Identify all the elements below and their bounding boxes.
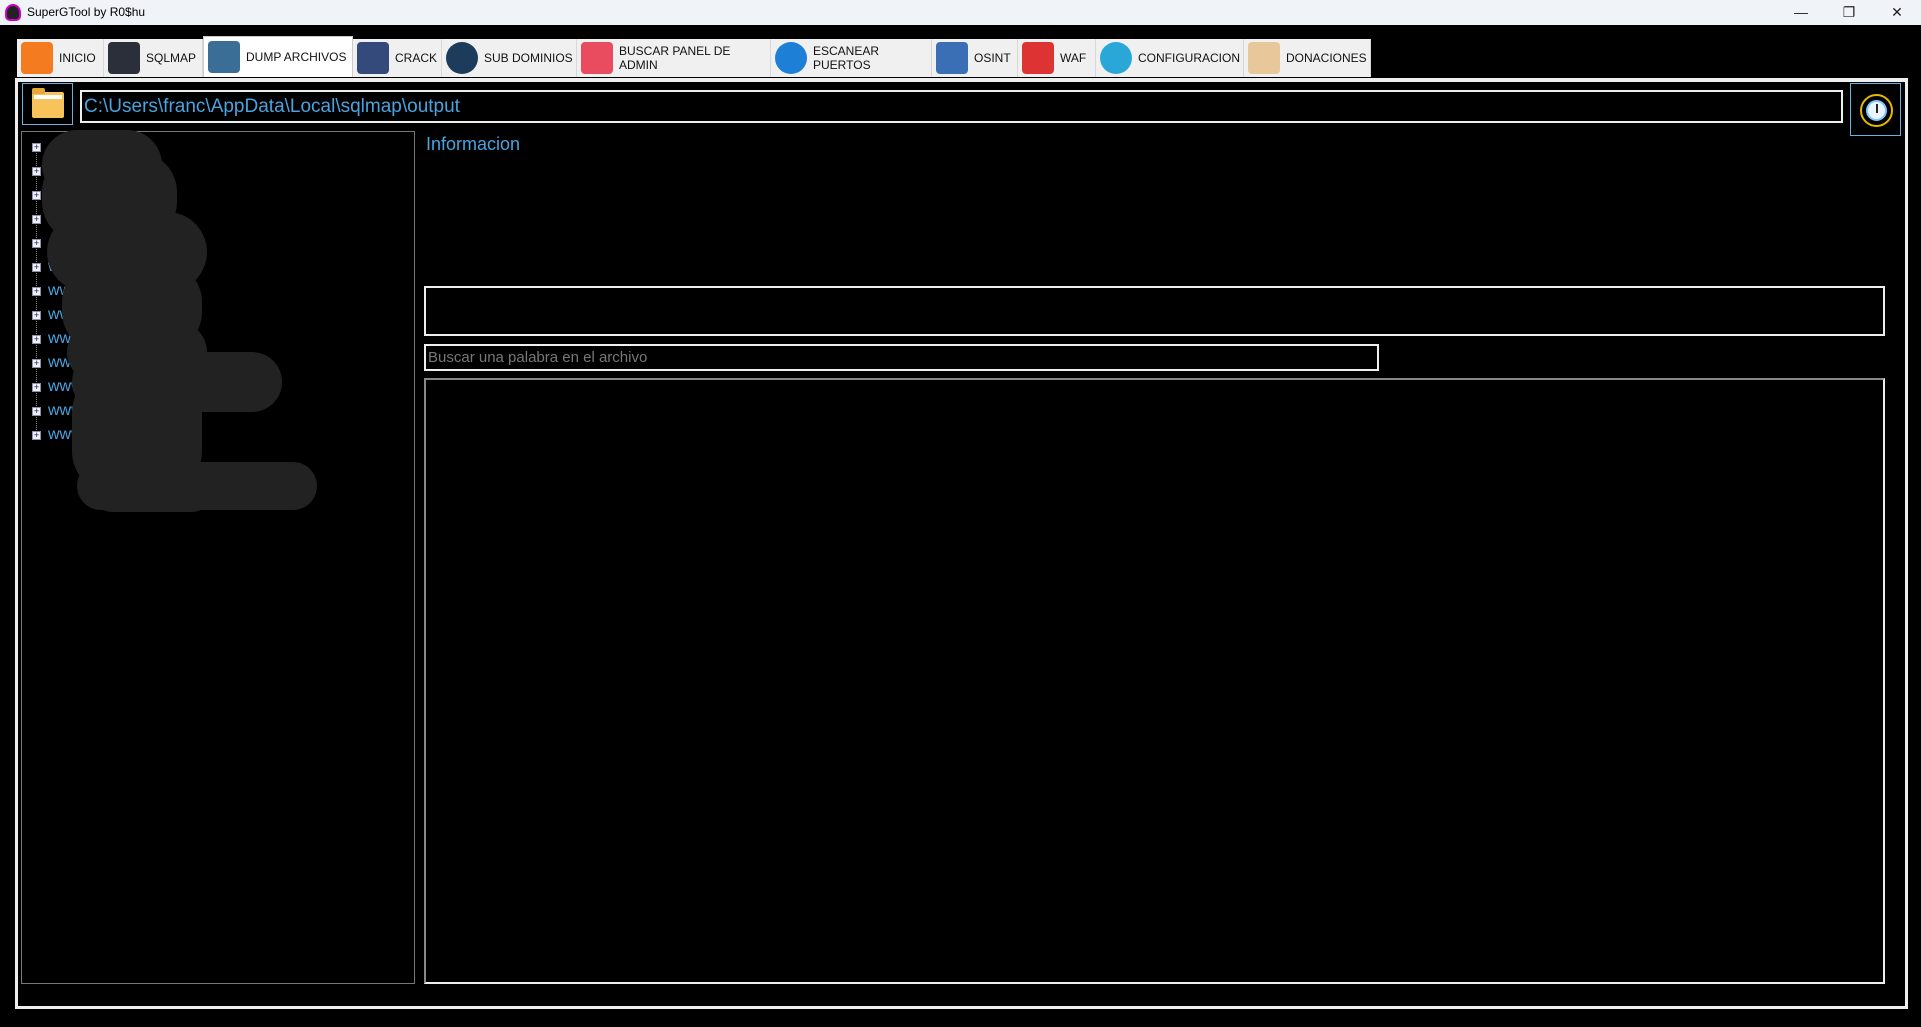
expand-plus-icon[interactable]: +: [32, 190, 41, 200]
search-input[interactable]: [424, 344, 1379, 371]
tab-label: OSINT: [974, 51, 1011, 65]
tab-label: DONACIONES: [1286, 51, 1367, 65]
tab-waf[interactable]: WAF: [1018, 39, 1096, 77]
expand-plus-icon[interactable]: +: [32, 334, 41, 344]
expand-plus-icon[interactable]: +: [32, 238, 41, 248]
globe-network-icon: [446, 42, 478, 74]
window-title: SuperGTool by R0$hu: [27, 5, 146, 19]
tab-inicio[interactable]: INICIO: [17, 39, 104, 77]
tab-osint[interactable]: OSINT: [932, 39, 1018, 77]
password-lock-icon: [357, 42, 389, 74]
tab-label: CONFIGURACION: [1138, 51, 1240, 65]
file-tree[interactable]: ++++++ww+www+www+www+ww+www+www+www: [21, 130, 415, 984]
gear-icon: [1100, 42, 1132, 74]
info-box: [424, 286, 1885, 336]
tab-escanear-puertos[interactable]: ESCANEAR PUERTOS: [771, 39, 932, 77]
path-input[interactable]: [80, 90, 1843, 123]
unlock-data-icon: [936, 42, 968, 74]
tab-dump-archivos[interactable]: DUMP ARCHIVOS: [203, 36, 353, 77]
open-folder-button[interactable]: [22, 83, 73, 125]
database-download-icon: [208, 41, 240, 73]
tab-sub-dominios[interactable]: SUB DOMINIOS: [442, 39, 577, 77]
tab-label: SQLMAP: [146, 51, 197, 65]
expand-plus-icon[interactable]: +: [32, 430, 41, 440]
maximize-button[interactable]: ❐: [1826, 0, 1872, 25]
donate-box-icon: [1248, 42, 1280, 74]
folder-icon: [32, 88, 64, 118]
firewall-icon: [1022, 42, 1054, 74]
admin-panel-icon: [581, 42, 613, 74]
tab-label: SUB DOMINIOS: [484, 51, 573, 65]
tab-crack[interactable]: CRACK: [353, 39, 442, 77]
expand-plus-icon[interactable]: +: [32, 406, 41, 416]
tab-sqlmap[interactable]: SQLMAP: [104, 39, 203, 77]
globe-port-icon: [775, 42, 807, 74]
tab-configuracion[interactable]: CONFIGURACION: [1096, 39, 1244, 77]
tab-label: BUSCAR PANEL DE ADMIN: [619, 44, 731, 72]
tab-label: CRACK: [395, 51, 438, 65]
close-button[interactable]: ✕: [1874, 0, 1920, 25]
expand-plus-icon[interactable]: +: [32, 214, 41, 224]
tab-label: INICIO: [59, 51, 96, 65]
tab-label: WAF: [1060, 51, 1087, 65]
tab-buscar-panel-de-admin[interactable]: BUSCAR PANEL DE ADMIN: [577, 39, 771, 77]
redaction-mark: [92, 472, 212, 512]
minimize-button[interactable]: —: [1778, 0, 1824, 25]
home-icon: [21, 42, 53, 74]
tab-strip: INICIO SQLMAP DUMP ARCHIVOS CRACK SUB DOMINI…: [17, 36, 1371, 77]
expand-plus-icon[interactable]: +: [32, 142, 41, 152]
expand-plus-icon[interactable]: +: [32, 382, 41, 392]
tab-donaciones[interactable]: DONACIONES: [1244, 39, 1371, 77]
app-logo-icon: [5, 4, 21, 21]
tab-label: ESCANEAR PUERTOS: [813, 44, 880, 72]
expand-plus-icon[interactable]: +: [32, 166, 41, 176]
terminal-icon: [108, 42, 140, 74]
expand-plus-icon[interactable]: +: [32, 286, 41, 296]
tab-label: DUMP ARCHIVOS: [246, 50, 347, 64]
expand-plus-icon[interactable]: +: [32, 310, 41, 320]
file-content-area[interactable]: [424, 378, 1885, 984]
expand-plus-icon[interactable]: +: [32, 262, 41, 272]
history-button[interactable]: [1850, 83, 1901, 136]
expand-plus-icon[interactable]: +: [32, 358, 41, 368]
info-label: Informacion: [426, 134, 521, 154]
title-bar: SuperGTool by R0$hu — ❐ ✕: [0, 0, 1921, 25]
